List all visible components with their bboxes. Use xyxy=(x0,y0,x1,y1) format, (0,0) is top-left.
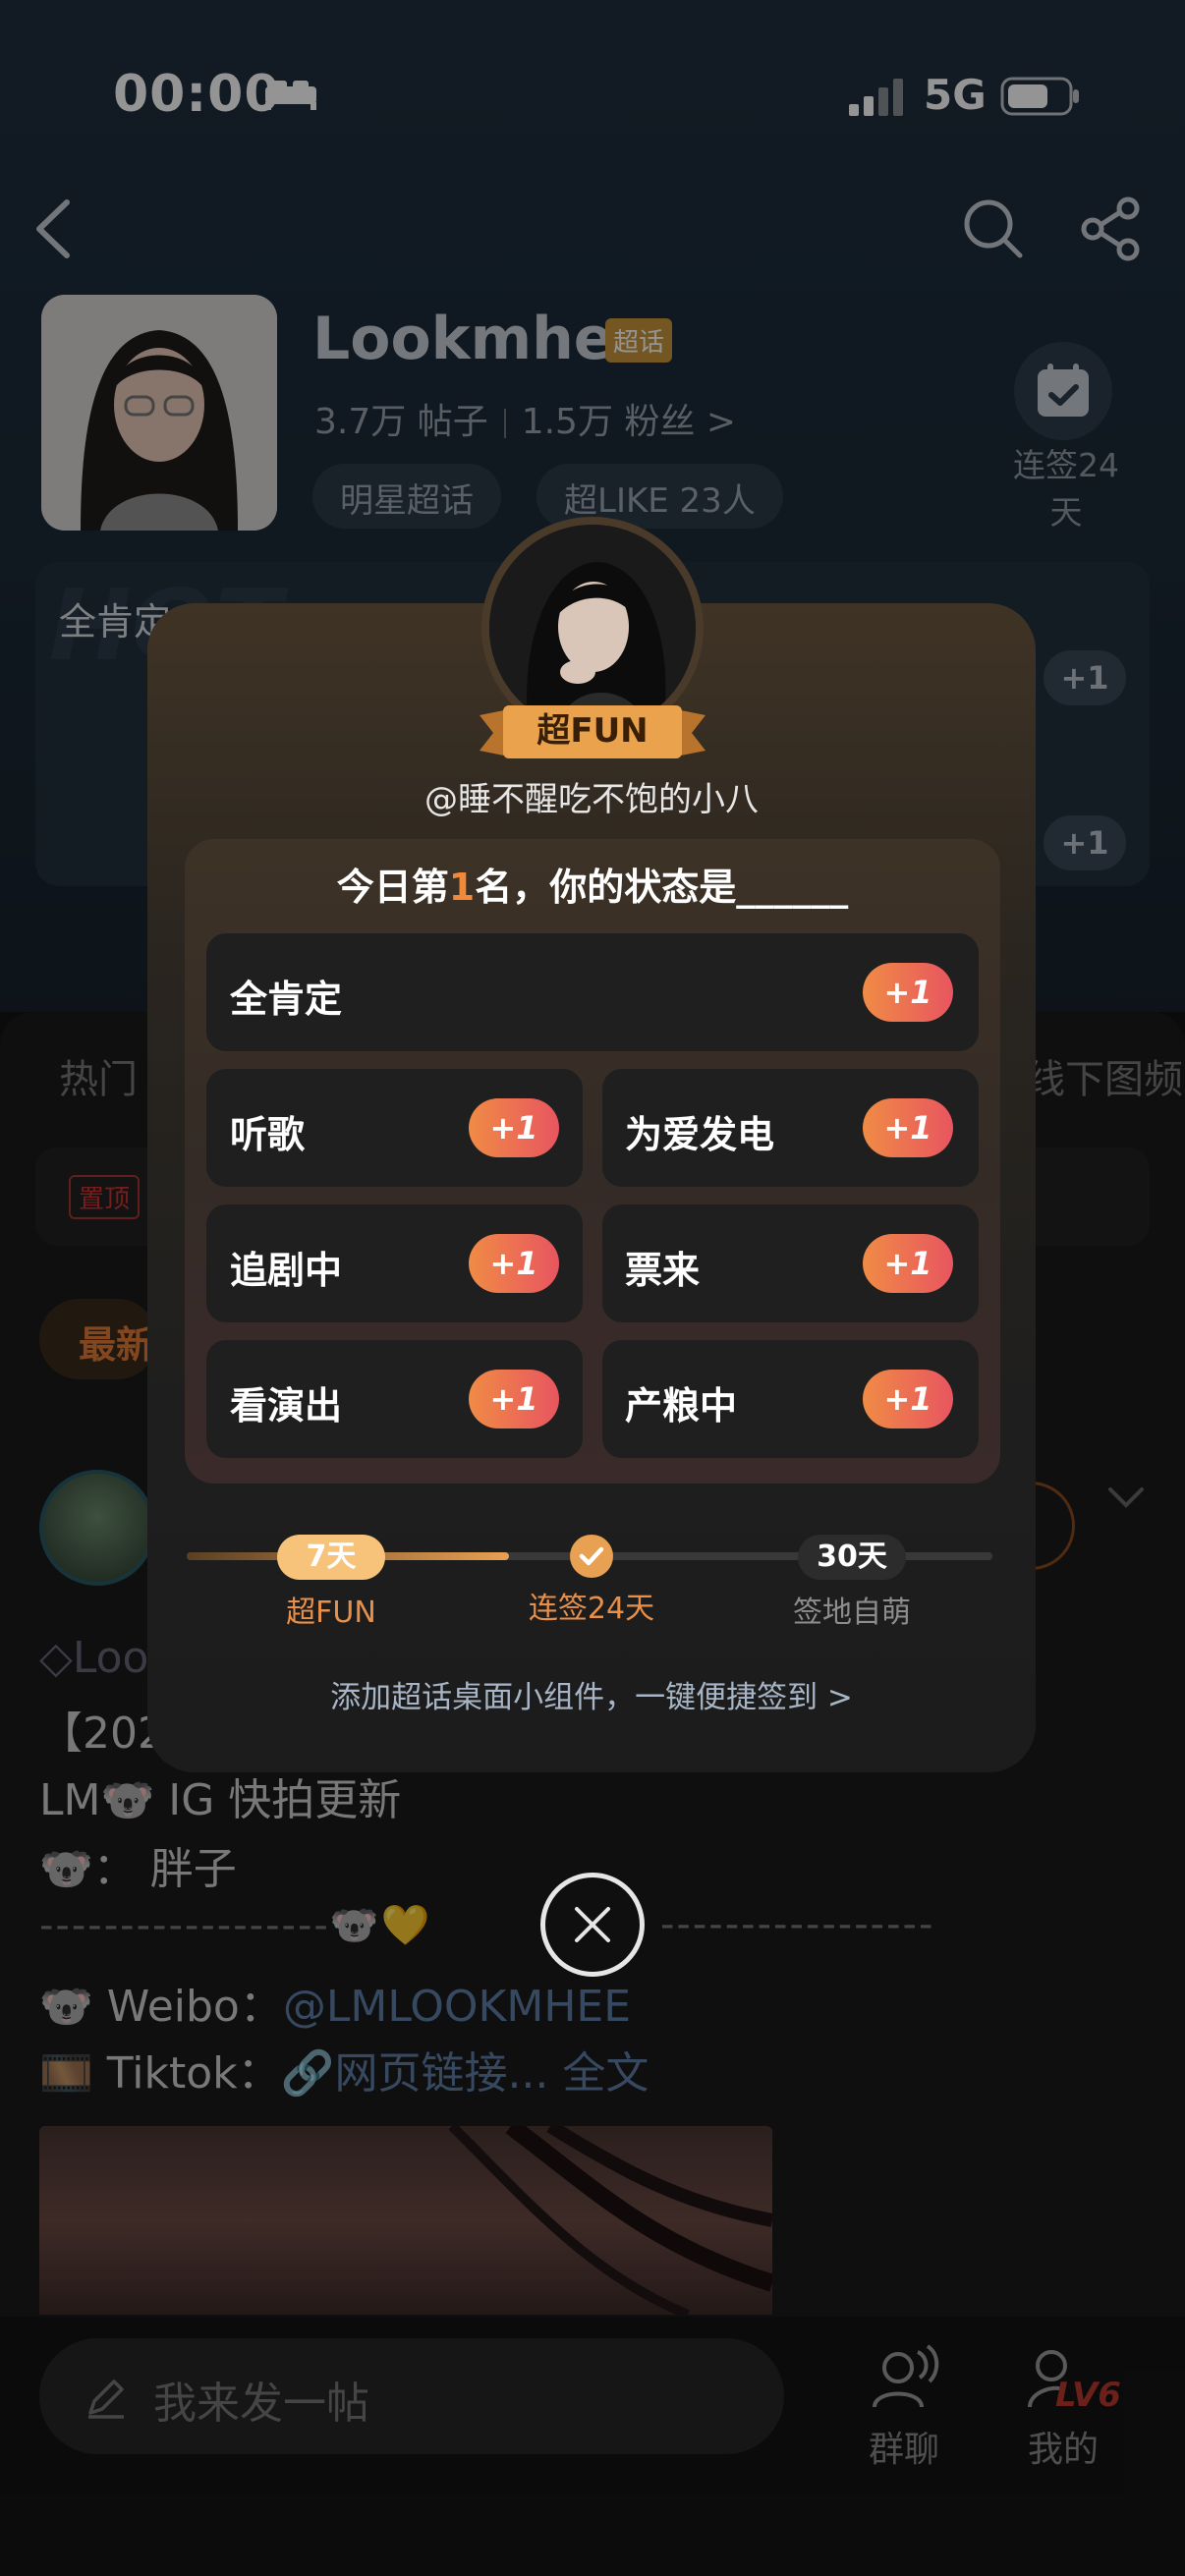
status-option-label: 看演出 xyxy=(230,1384,343,1428)
milestone-chip-7: 7天 xyxy=(277,1535,385,1580)
rank-badge-label: 超FUN xyxy=(536,711,649,751)
plus-one-button[interactable]: +1 xyxy=(863,963,953,1022)
milestone-label: 连签24天 xyxy=(528,1592,655,1626)
plus-one-button[interactable]: +1 xyxy=(469,1234,559,1293)
rank-title: 今日第1名，你的状态是______ xyxy=(336,866,849,909)
rank-number: 1 xyxy=(448,866,476,909)
close-button[interactable] xyxy=(540,1873,645,1977)
close-icon xyxy=(575,1907,610,1942)
status-option-label: 全肯定 xyxy=(230,978,343,1021)
plus-one-button[interactable]: +1 xyxy=(469,1098,559,1157)
milestone-label: 超FUN xyxy=(286,1596,376,1630)
status-option-label: 听歌 xyxy=(230,1113,306,1156)
add-widget-link[interactable]: 添加超话桌面小组件，一键便捷签到 > xyxy=(147,1672,1036,1716)
current-streak-marker xyxy=(570,1535,613,1578)
status-option-label: 产粮中 xyxy=(625,1384,738,1428)
plus-one-button[interactable]: +1 xyxy=(863,1098,953,1157)
status-option-label: 为爱发电 xyxy=(625,1113,775,1156)
milestone-chip-30: 30天 xyxy=(798,1535,906,1580)
plus-one-button[interactable]: +1 xyxy=(863,1234,953,1293)
status-option-label: 票来 xyxy=(625,1249,701,1292)
username: @睡不醒吃不饱的小八 xyxy=(424,780,759,819)
milestone-label: 签地自萌 xyxy=(793,1596,911,1630)
check-icon xyxy=(579,1546,604,1566)
plus-one-button[interactable]: +1 xyxy=(469,1370,559,1428)
status-option-label: 追剧中 xyxy=(230,1249,343,1292)
plus-one-button[interactable]: +1 xyxy=(863,1370,953,1428)
